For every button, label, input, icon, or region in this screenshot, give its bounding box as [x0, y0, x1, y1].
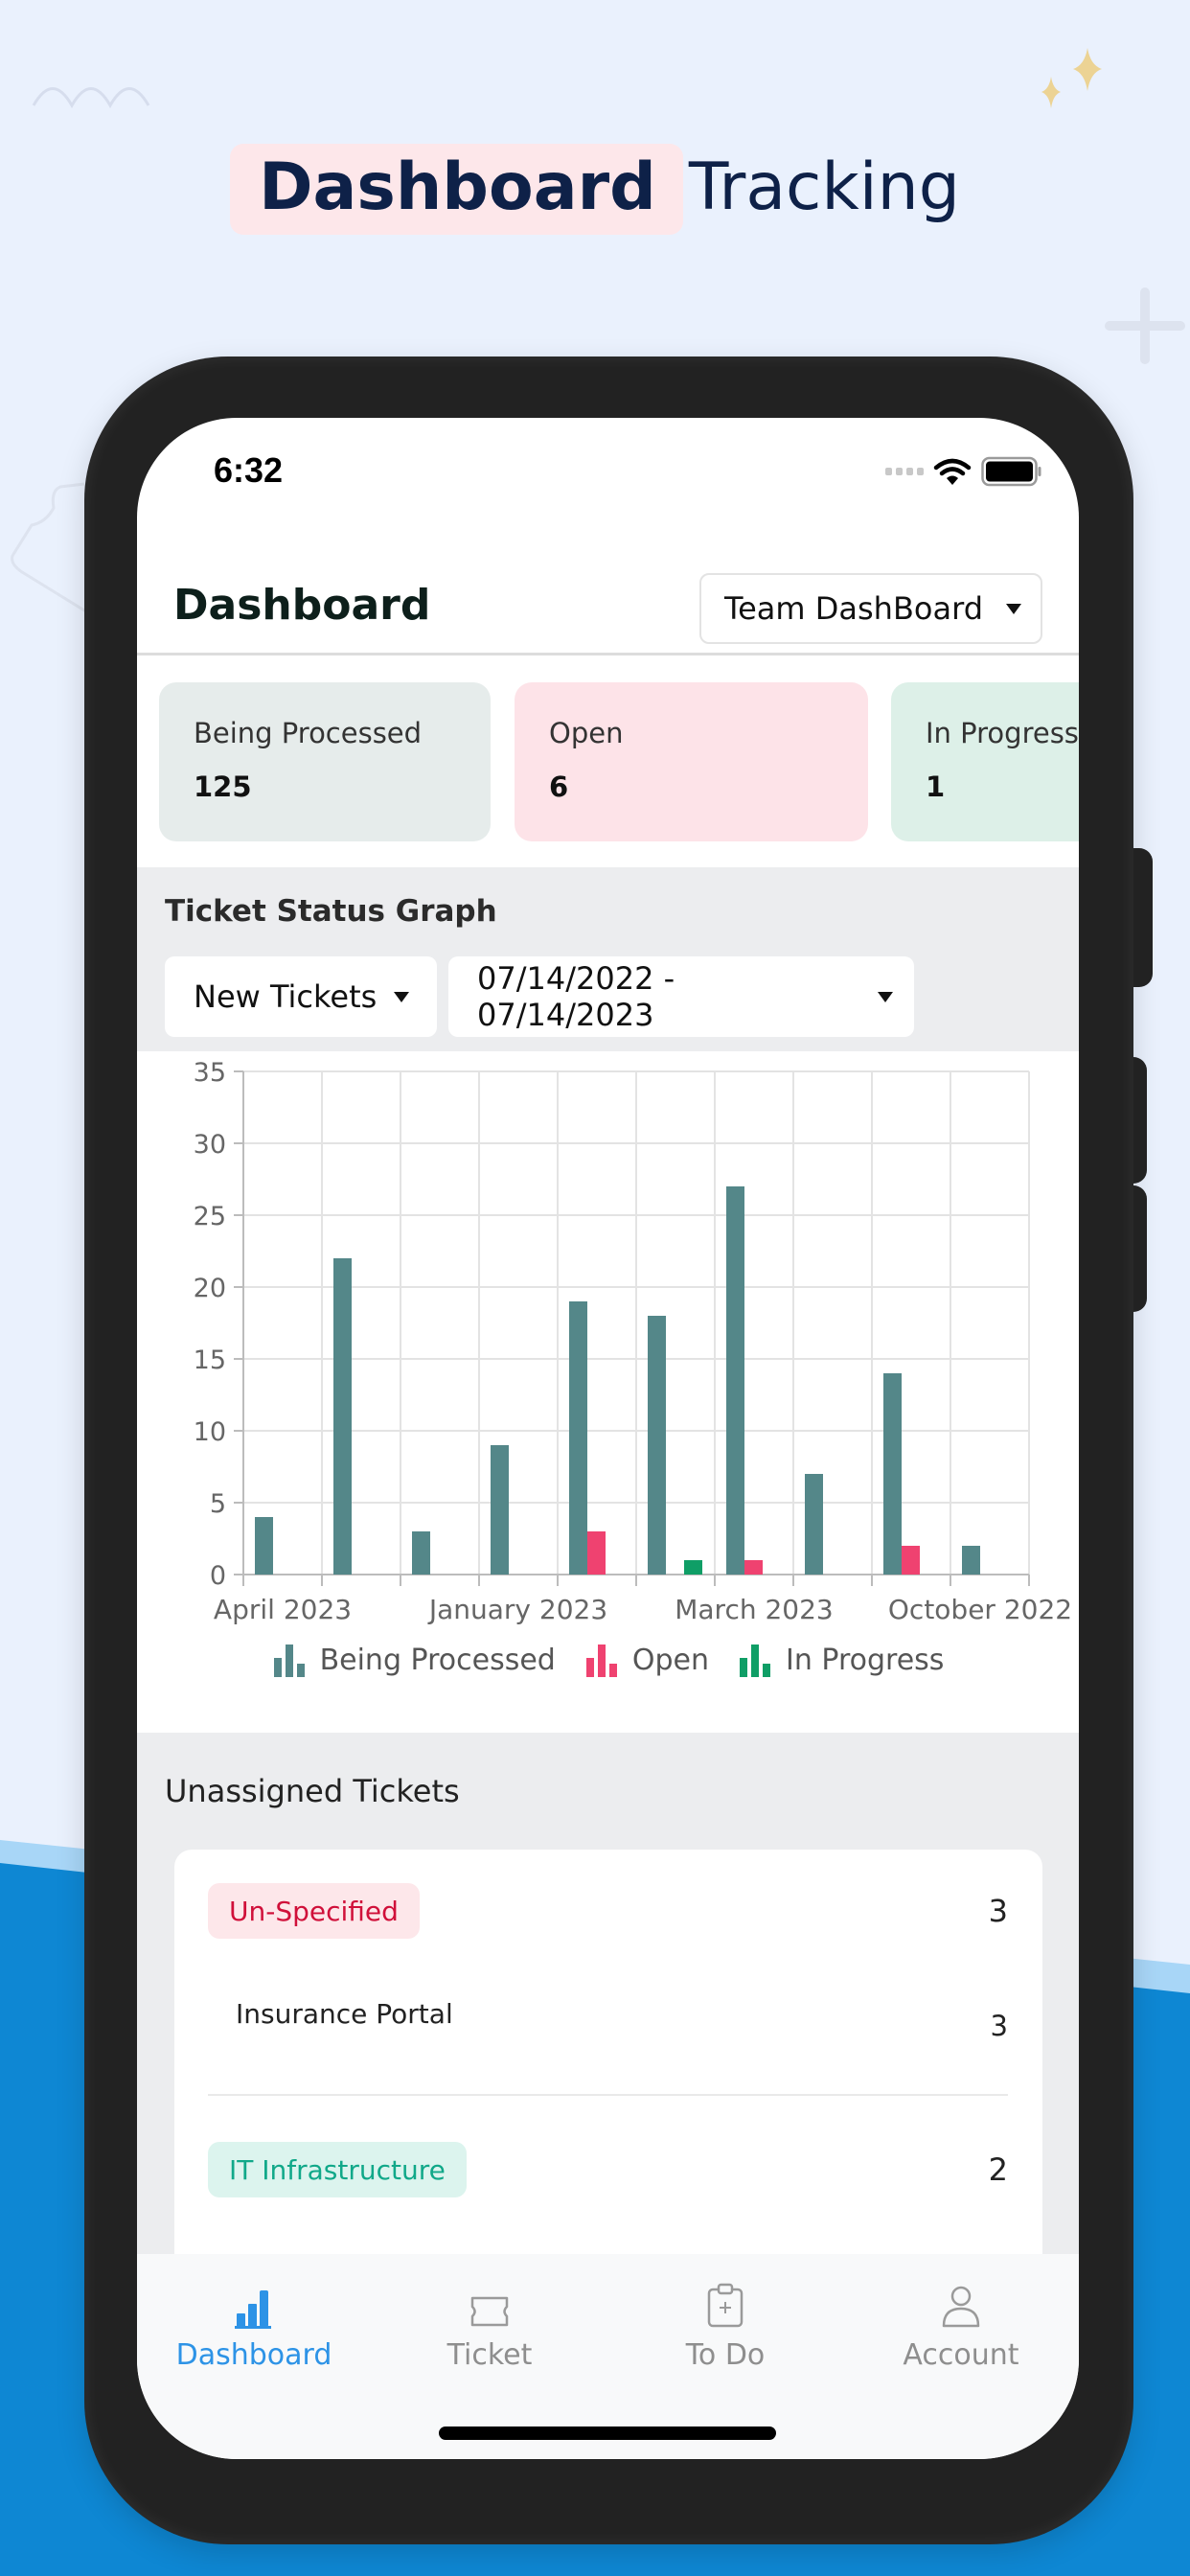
- tab-dashboard[interactable]: Dashboard: [158, 2281, 350, 2372]
- ticket-status-graph-header: Ticket Status Graph New Tickets 07/14/20…: [137, 867, 1079, 1051]
- bar-chart-icon: [585, 1644, 617, 1677]
- legend-item[interactable]: Being Processed: [272, 1644, 556, 1677]
- stat-card-open[interactable]: Open 6: [515, 682, 868, 841]
- signal-icon: [885, 468, 924, 475]
- tab-account[interactable]: Account: [865, 2281, 1057, 2372]
- phone-side-button: [1133, 848, 1153, 987]
- caret-down-icon: [394, 991, 410, 1002]
- y-tick-label: 10: [194, 1417, 226, 1447]
- x-tick-label: March 2023: [675, 1594, 834, 1625]
- y-tick-label: 5: [210, 1489, 226, 1519]
- y-tick-label: 0: [210, 1561, 226, 1591]
- legend-item[interactable]: Open: [584, 1644, 709, 1677]
- stat-label: Open: [549, 717, 624, 749]
- phone-side-button: [1133, 1057, 1147, 1184]
- clipboard-plus-icon: [629, 2281, 821, 2329]
- chart-legend: Being Processed Open In Progress: [137, 1644, 1079, 1677]
- stat-card-being-processed[interactable]: Being Processed 125: [159, 682, 491, 841]
- tab-ticket[interactable]: Ticket: [394, 2281, 585, 2372]
- status-icons: [885, 456, 1042, 487]
- tab-to-do[interactable]: To Do: [629, 2281, 821, 2372]
- bar-being-processed: [726, 1186, 744, 1575]
- x-tick-label: January 2023: [427, 1594, 607, 1625]
- legend-item[interactable]: In Progress: [738, 1644, 944, 1677]
- bar-being-processed: [883, 1373, 902, 1575]
- bar-in-progress: [684, 1560, 702, 1575]
- phone-screen: 6:32 Dashboard Team DashBoard Being Proc…: [137, 418, 1079, 2459]
- unassigned-title: Unassigned Tickets: [165, 1773, 460, 1809]
- date-range-select[interactable]: 07/14/2022 - 07/14/2023: [448, 956, 914, 1037]
- stat-label: In Progress: [926, 717, 1079, 749]
- y-tick-label: 20: [194, 1274, 226, 1303]
- x-tick-label: October 2022: [888, 1594, 1072, 1625]
- category-count: 2: [988, 2151, 1008, 2188]
- stat-label: Being Processed: [194, 717, 423, 749]
- headline-bold: Dashboard: [230, 144, 683, 235]
- y-tick-label: 25: [194, 1202, 226, 1231]
- wave-decoration-icon: [32, 87, 150, 109]
- home-indicator: [439, 2426, 776, 2440]
- tab-label: Ticket: [446, 2338, 533, 2372]
- bar-chart-icon: [739, 1644, 770, 1677]
- y-tick-label: 30: [194, 1130, 226, 1160]
- person-icon: [865, 2281, 1057, 2329]
- bar-being-processed: [805, 1474, 823, 1575]
- y-tick-label: 35: [194, 1058, 226, 1088]
- headline-light: Tracking: [688, 150, 960, 225]
- legend-label: In Progress: [785, 1644, 945, 1677]
- bar-being-processed: [648, 1316, 666, 1575]
- bar-being-processed: [255, 1517, 273, 1575]
- ticket-decoration-icon: [11, 482, 90, 615]
- phone-side-button: [1133, 1185, 1147, 1312]
- bar-chart-icon: [273, 1644, 305, 1677]
- stat-value: 6: [549, 770, 569, 803]
- tab-label: Dashboard: [175, 2338, 332, 2372]
- legend-label: Open: [631, 1644, 709, 1677]
- legend-label: Being Processed: [319, 1644, 556, 1677]
- page-headline: Dashboard Tracking: [0, 144, 1190, 235]
- graph-title: Ticket Status Graph: [165, 894, 497, 929]
- sparkle-icon: [1041, 48, 1102, 108]
- bar-open: [587, 1531, 606, 1575]
- team-select-value: Team DashBoard: [724, 590, 983, 627]
- divider: [208, 2094, 1008, 2096]
- x-tick-label: April 2023: [214, 1594, 352, 1625]
- bar-being-processed: [333, 1258, 352, 1575]
- category-count: 3: [988, 1893, 1008, 1929]
- stat-card-in-progress[interactable]: In Progress 1: [891, 682, 1079, 841]
- subcategory-count: 3: [990, 2010, 1008, 2042]
- subcategory-label[interactable]: Insurance Portal: [236, 1998, 453, 2030]
- plus-decoration-icon: [1105, 288, 1185, 364]
- bar-chart-icon: [158, 2281, 350, 2329]
- caret-down-icon: [1006, 603, 1021, 614]
- y-tick-label: 15: [194, 1346, 226, 1375]
- bar-being-processed: [412, 1531, 430, 1575]
- category-tag-it-infrastructure[interactable]: IT Infrastructure: [208, 2142, 467, 2197]
- ticket-icon: [394, 2281, 585, 2329]
- tab-label: Account: [903, 2338, 1019, 2372]
- stat-value: 1: [926, 770, 946, 803]
- chart-svg: 0 5 10 15 20 25 30 35 April 2023 January 2023 Marc…: [194, 1058, 1072, 1625]
- bar-open: [902, 1546, 920, 1575]
- ticket-type-value: New Tickets: [194, 978, 378, 1015]
- team-dashboard-select[interactable]: Team DashBoard: [699, 573, 1042, 644]
- date-range-value: 07/14/2022 - 07/14/2023: [477, 960, 675, 1033]
- bar-being-processed: [962, 1546, 980, 1575]
- stat-value: 125: [194, 770, 252, 803]
- ticket-type-select[interactable]: New Tickets: [165, 956, 437, 1037]
- bar-open: [744, 1560, 763, 1575]
- tab-label: To Do: [685, 2338, 766, 2372]
- bar-being-processed: [569, 1301, 587, 1575]
- bar-being-processed: [491, 1445, 509, 1575]
- page-title: Dashboard: [173, 581, 431, 630]
- battery-icon: [981, 456, 1041, 487]
- wifi-icon: [933, 458, 972, 485]
- stat-cards-carousel[interactable]: Being Processed 125 Open 6 In Progress 1: [137, 656, 1079, 866]
- app-header: Dashboard Team DashBoard: [137, 542, 1079, 656]
- ticket-status-chart: 0 5 10 15 20 25 30 35 April 2023 January 2023 Marc…: [137, 1051, 1079, 1733]
- status-time: 6:32: [214, 450, 284, 490]
- unassigned-tickets-section: Unassigned Tickets Un-Specified 3 Insura…: [137, 1733, 1079, 2425]
- category-tag-unspecified[interactable]: Un-Specified: [208, 1883, 420, 1939]
- caret-down-icon: [878, 991, 893, 1002]
